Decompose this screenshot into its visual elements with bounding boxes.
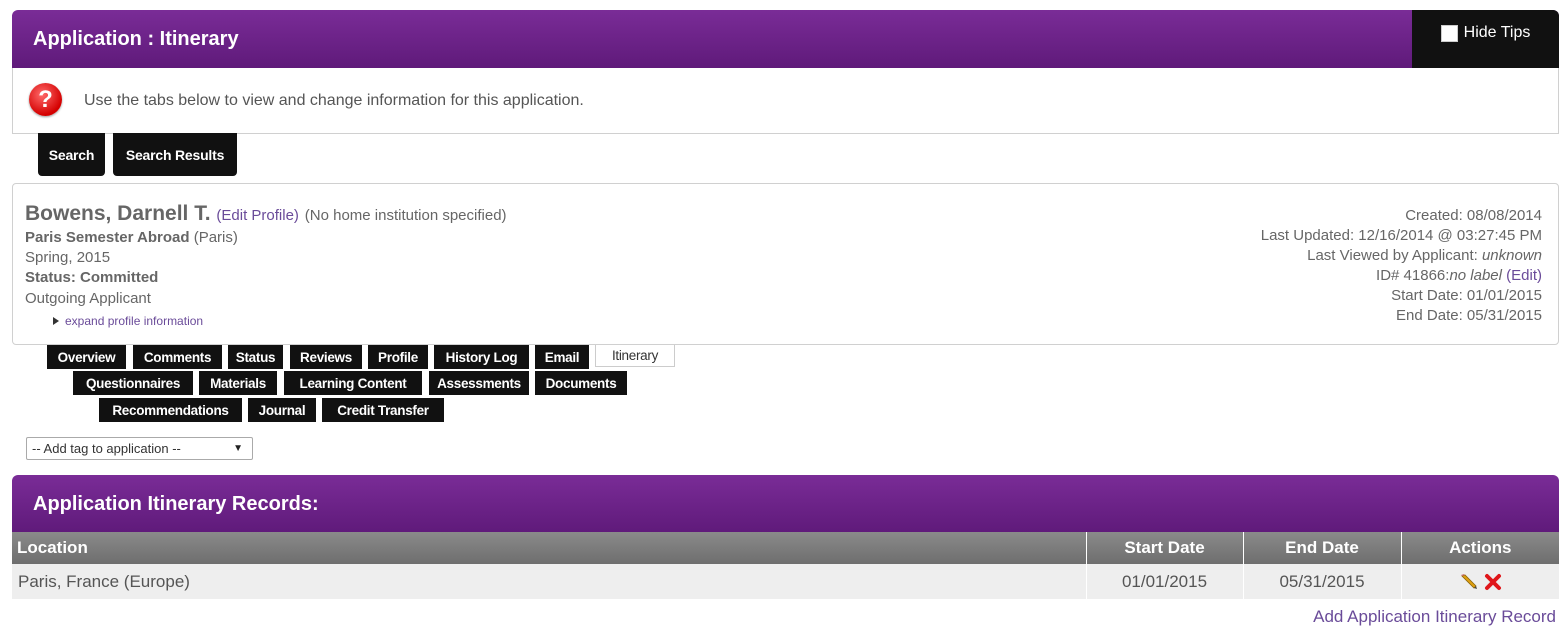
hide-tips-label: Hide Tips <box>1463 24 1531 41</box>
row-end-date: 05/31/2015 <box>1243 564 1402 599</box>
id-label: ID# 41866: <box>1376 267 1450 284</box>
add-itinerary-record-link[interactable]: Add Application Itinerary Record <box>1313 607 1556 627</box>
tab-journal[interactable]: Journal <box>248 398 316 422</box>
expand-profile-label: expand profile information <box>65 314 204 328</box>
tab-email[interactable]: Email <box>535 345 589 369</box>
itinerary-title: Application Itinerary Records: <box>33 493 319 515</box>
tab-documents[interactable]: Documents <box>535 371 627 395</box>
end-date: End Date: 05/31/2015 <box>1396 307 1542 324</box>
expand-profile-link[interactable]: expand profile information <box>53 314 203 328</box>
tip-text: Use the tabs below to view and change in… <box>84 92 584 109</box>
add-tag-select[interactable]: -- Add tag to application -- ▼ <box>26 437 253 460</box>
edit-profile-link[interactable]: (Edit Profile) <box>216 207 299 224</box>
tab-credit-transfer[interactable]: Credit Transfer <box>322 398 444 422</box>
itinerary-header: Application Itinerary Records: <box>12 475 1559 533</box>
tab-profile[interactable]: Profile <box>368 345 428 369</box>
column-end-date[interactable]: End Date <box>1243 532 1402 564</box>
tab-questionnaires[interactable]: Questionnaires <box>73 371 193 395</box>
dropdown-arrow-icon: ▼ <box>233 443 243 454</box>
tab-history-log[interactable]: History Log <box>434 345 529 369</box>
program-line: Paris Semester Abroad (Paris) <box>25 229 238 246</box>
add-tag-selected: -- Add tag to application -- <box>32 441 181 456</box>
tab-reviews[interactable]: Reviews <box>290 345 362 369</box>
tab-assessments[interactable]: Assessments <box>429 371 529 395</box>
start-date: Start Date: 01/01/2015 <box>1391 287 1542 304</box>
created-date: Created: 08/08/2014 <box>1405 207 1542 224</box>
table-row: Paris, France (Europe) 01/01/2015 05/31/… <box>12 564 1559 599</box>
last-viewed-label: Last Viewed by Applicant: <box>1307 247 1478 264</box>
application-header: Application : Itinerary Hide Tips <box>12 10 1559 68</box>
last-viewed-value: unknown <box>1481 247 1542 264</box>
id-value: no label <box>1449 267 1502 284</box>
tab-materials[interactable]: Materials <box>199 371 277 395</box>
search-results-button[interactable]: Search Results <box>113 133 237 176</box>
tip-bar: ? Use the tabs below to view and change … <box>12 68 1559 134</box>
last-updated: Last Updated: 12/16/2014 @ 03:27:45 PM <box>1260 227 1542 244</box>
row-start-date: 01/01/2015 <box>1086 564 1244 599</box>
hide-tips-toggle[interactable]: Hide Tips <box>1412 10 1559 68</box>
id-edit-link[interactable]: (Edit) <box>1506 267 1542 284</box>
row-actions <box>1401 564 1559 599</box>
profile-summary: Bowens, Darnell T. (Edit Profile) (No ho… <box>12 183 1559 345</box>
row-location: Paris, France (Europe) <box>12 564 1087 599</box>
column-location[interactable]: Location <box>12 532 1087 564</box>
applicant-name: Bowens, Darnell T. (Edit Profile) (No ho… <box>25 202 507 226</box>
page-title: Application : Itinerary <box>33 28 239 50</box>
tab-overview[interactable]: Overview <box>47 345 126 369</box>
tab-itinerary[interactable]: Itinerary <box>595 345 675 367</box>
tab-status[interactable]: Status <box>228 345 283 369</box>
column-actions: Actions <box>1401 532 1559 564</box>
delete-x-icon[interactable] <box>1484 573 1502 591</box>
column-start-date[interactable]: Start Date <box>1086 532 1244 564</box>
tab-recommendations[interactable]: Recommendations <box>99 398 242 422</box>
edit-pencil-icon[interactable] <box>1459 573 1479 591</box>
table-header-row: Location Start Date End Date Actions <box>12 532 1559 564</box>
applicant-type: Outgoing Applicant <box>25 290 151 307</box>
applicant-name-text: Bowens, Darnell T. <box>25 202 211 225</box>
tab-learning-content[interactable]: Learning Content <box>284 371 422 395</box>
checkbox-icon[interactable] <box>1440 24 1458 42</box>
question-icon: ? <box>29 83 62 116</box>
application-id: ID# 41866:no label (Edit) <box>1376 267 1542 284</box>
search-button[interactable]: Search <box>38 133 105 176</box>
last-viewed: Last Viewed by Applicant: unknown <box>1307 247 1542 264</box>
program-name: Paris Semester Abroad <box>25 229 190 246</box>
program-location: (Paris) <box>193 229 238 246</box>
term: Spring, 2015 <box>25 249 111 266</box>
tab-comments[interactable]: Comments <box>133 345 222 369</box>
expand-triangle-icon <box>53 317 59 325</box>
home-institution: (No home institution specified) <box>304 207 507 224</box>
itinerary-table: Location Start Date End Date Actions Par… <box>12 532 1559 599</box>
status-text: Status: Committed <box>25 269 159 286</box>
